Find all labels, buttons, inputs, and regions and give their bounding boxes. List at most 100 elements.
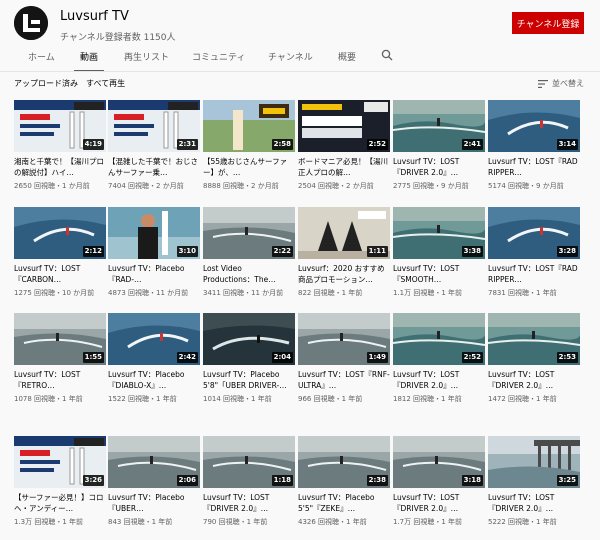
sort-button[interactable]: 並べ替え <box>538 78 584 89</box>
video-card[interactable]: 2:42 Luvsurf TV：Placebo『DIABLO-X』… 1522 回視… <box>108 313 200 407</box>
video-card[interactable]: 1:55 Luvsurf TV：LOST『RETRO… 1078 回視聴・1 年前 <box>14 313 106 407</box>
video-duration: 3:38 <box>461 246 483 257</box>
video-card[interactable]: 2:58 【55歳おじさんサーファー】が、… 8888 回視聴・2 か月前 <box>203 100 295 194</box>
video-card[interactable]: 2:52 ボードマニア必見！【湯川正人プロの解… 2504 回視聴・2 か月前 <box>298 100 390 194</box>
video-title[interactable]: Luvsurf TV：LOST『DRIVER 2.0』… <box>203 492 295 514</box>
video-thumbnail[interactable]: 1:18 <box>203 436 295 488</box>
video-card[interactable]: 2:31 【混雑した千葉で！おじさんサーファー乗… 7404 回視聴・2 か月前 <box>108 100 200 194</box>
video-title[interactable]: Luvsurf TV：LOST『RNF-ULTRA』… <box>298 369 390 391</box>
channel-avatar[interactable] <box>14 6 48 40</box>
video-meta: 4873 回視聴・11 か月前 <box>108 289 189 297</box>
video-card[interactable]: 2:04 Luvsurf TV：Placebo 5'8"「UBER DRIVER-… <box>203 313 295 407</box>
video-card[interactable]: 3:14 Luvsurf TV：LOST『RAD RIPPER… 5174 回視聴・… <box>488 100 580 194</box>
video-thumbnail[interactable]: 2:22 <box>203 207 295 259</box>
video-card[interactable]: 3:28 Luvsurf TV：LOST『RAD RIPPER… 7831 回視聴・… <box>488 207 580 311</box>
video-duration: 3:10 <box>176 246 198 257</box>
tab-playlists[interactable]: 再生リスト <box>124 44 169 72</box>
video-card[interactable]: 2:38 Luvsurf TV：Placebo 5'5"『ZEKE』… 4326 回… <box>298 436 390 530</box>
video-title[interactable]: Luvsurf TV：Placebo 5'8"「UBER DRIVER-… <box>203 369 295 391</box>
video-card[interactable]: 2:41 Luvsurf TV：LOST『DRIVER 2.0』… 2775 回視聴… <box>393 100 485 194</box>
video-title[interactable]: Luvsurf TV：Placebo 5'5"『ZEKE』… <box>298 492 390 514</box>
video-meta: 7404 回視聴・2 か月前 <box>108 182 184 190</box>
video-title[interactable]: Luvsurf：2020 おすすめ商品プロモーション… <box>298 263 390 285</box>
video-thumbnail[interactable]: 3:26 <box>14 436 106 488</box>
video-thumbnail[interactable]: 2:52 <box>298 100 390 152</box>
video-card[interactable]: 1:18 Luvsurf TV：LOST『DRIVER 2.0』… 790 回視聴・… <box>203 436 295 530</box>
video-meta: 5174 回視聴・9 か月前 <box>488 182 564 190</box>
tab-community[interactable]: コミュニティ <box>192 44 245 72</box>
video-card[interactable]: 3:26 【サーファー必見！】コロヘ・アンディー… 1.3万 回視聴・1 年前 <box>14 436 106 530</box>
uploads-filter[interactable]: アップロード済み <box>14 78 78 89</box>
video-title[interactable]: Luvsurf TV：LOST『DRIVER 2.0』… <box>393 156 485 178</box>
video-card[interactable]: 2:53 Luvsurf TV：LOST『DRIVER 2.0』… 1472 回視聴… <box>488 313 580 407</box>
tab-videos[interactable]: 動画 <box>73 44 105 72</box>
video-thumbnail[interactable]: 2:04 <box>203 313 295 365</box>
video-duration: 2:31 <box>176 139 198 150</box>
video-card[interactable]: 1:11 Luvsurf：2020 おすすめ商品プロモーション… 822 回視聴・1… <box>298 207 390 311</box>
video-thumbnail[interactable]: 2:53 <box>488 313 580 365</box>
video-card[interactable]: 2:52 Luvsurf TV：LOST『DRIVER 2.0』… 1812 回視聴… <box>393 313 485 407</box>
tab-about[interactable]: 概要 <box>338 44 356 72</box>
video-thumbnail[interactable]: 1:49 <box>298 313 390 365</box>
video-title[interactable]: 【混雑した千葉で！おじさんサーファー乗… <box>108 156 200 178</box>
video-card[interactable]: 2:06 Luvsurf TV：Placebo『UBER… 843 回視聴・1 年前 <box>108 436 200 530</box>
video-thumbnail[interactable]: 2:52 <box>393 313 485 365</box>
video-duration: 2:53 <box>556 352 578 363</box>
video-title[interactable]: 【55歳おじさんサーファー】が、… <box>203 156 295 178</box>
video-thumbnail[interactable]: 2:06 <box>108 436 200 488</box>
video-thumbnail[interactable]: 3:10 <box>108 207 200 259</box>
video-title[interactable]: Luvsurf TV：Placebo『UBER… <box>108 492 200 514</box>
video-thumbnail[interactable]: 3:25 <box>488 436 580 488</box>
video-title[interactable]: Luvsurf TV：LOST『RETRO… <box>14 369 106 391</box>
video-thumbnail[interactable]: 2:41 <box>393 100 485 152</box>
video-thumbnail[interactable]: 4:19 <box>14 100 106 152</box>
video-title[interactable]: Luvsurf TV：LOST『CARBON… <box>14 263 106 285</box>
video-duration: 1:11 <box>366 246 388 257</box>
video-thumbnail[interactable]: 1:11 <box>298 207 390 259</box>
tab-home[interactable]: ホーム <box>28 44 55 72</box>
video-meta: 1.7万 回視聴・1 年前 <box>393 518 463 526</box>
video-title[interactable]: Luvsurf TV：LOST『RAD RIPPER… <box>488 263 580 285</box>
video-meta: 1472 回視聴・1 年前 <box>488 395 557 403</box>
video-card[interactable]: 3:38 Luvsurf TV：LOST『SMOOTH… 1.1万 回視聴・1 年前 <box>393 207 485 311</box>
video-thumbnail[interactable]: 1:55 <box>14 313 106 365</box>
video-title[interactable]: Luvsurf TV：Placebo『DIABLO-X』… <box>108 369 200 391</box>
video-card[interactable]: 3:18 Luvsurf TV：LOST『DRIVER 2.0』… 1.7万 回視聴… <box>393 436 485 530</box>
video-title[interactable]: ボードマニア必見！【湯川正人プロの解… <box>298 156 390 178</box>
video-meta: 843 回視聴・1 年前 <box>108 518 173 526</box>
video-duration: 2:22 <box>271 246 293 257</box>
subscribe-button[interactable]: チャンネル登録 <box>512 12 584 34</box>
video-card[interactable]: 1:49 Luvsurf TV：LOST『RNF-ULTRA』… 966 回視聴・1… <box>298 313 390 407</box>
channel-name[interactable]: Luvsurf TV <box>60 9 129 24</box>
filter-bar: アップロード済み すべて再生 並べ替え <box>0 73 600 95</box>
video-card[interactable]: 4:19 湘南と千葉で！【湯川プロの解説付】ハイ… 2650 回視聴・1 か月前 <box>14 100 106 194</box>
tab-channels[interactable]: チャンネル <box>268 44 313 72</box>
video-thumbnail[interactable]: 2:58 <box>203 100 295 152</box>
video-title[interactable]: Luvsurf TV：LOST『SMOOTH… <box>393 263 485 285</box>
video-duration: 4:19 <box>82 139 104 150</box>
video-title[interactable]: Luvsurf TV：LOST『RAD RIPPER… <box>488 156 580 178</box>
video-title[interactable]: Luvsurf TV：LOST『DRIVER 2.0』… <box>488 369 580 391</box>
video-title[interactable]: 湘南と千葉で！【湯川プロの解説付】ハイ… <box>14 156 106 178</box>
video-thumbnail[interactable]: 3:14 <box>488 100 580 152</box>
video-title[interactable]: Luvsurf TV：LOST『DRIVER 2.0』… <box>393 492 485 514</box>
video-card[interactable]: 3:25 Luvsurf TV：LOST『DRIVER 2.0』… 5222 回視聴… <box>488 436 580 530</box>
video-title[interactable]: Luvsurf TV：LOST『DRIVER 2.0』… <box>488 492 580 514</box>
video-thumbnail[interactable]: 2:38 <box>298 436 390 488</box>
video-title[interactable]: 【サーファー必見！】コロヘ・アンディー… <box>14 492 106 514</box>
video-thumbnail[interactable]: 2:42 <box>108 313 200 365</box>
video-title[interactable]: Luvsurf TV：Placebo『RAD-… <box>108 263 200 285</box>
video-thumbnail[interactable]: 2:31 <box>108 100 200 152</box>
video-thumbnail[interactable]: 3:18 <box>393 436 485 488</box>
video-thumbnail[interactable]: 3:28 <box>488 207 580 259</box>
video-title[interactable]: Lost Video Productions：The… <box>203 263 295 285</box>
search-icon[interactable] <box>380 48 394 62</box>
video-thumbnail[interactable]: 3:38 <box>393 207 485 259</box>
video-card[interactable]: 3:10 Luvsurf TV：Placebo『RAD-… 4873 回視聴・11 … <box>108 207 200 311</box>
play-all-link[interactable]: すべて再生 <box>86 78 125 89</box>
video-card[interactable]: 2:12 Luvsurf TV：LOST『CARBON… 1275 回視聴・10 か… <box>14 207 106 311</box>
video-thumbnail[interactable]: 2:12 <box>14 207 106 259</box>
video-title[interactable]: Luvsurf TV：LOST『DRIVER 2.0』… <box>393 369 485 391</box>
video-card[interactable]: 2:22 Lost Video Productions：The… 3411 回視聴・… <box>203 207 295 311</box>
video-duration: 1:49 <box>366 352 388 363</box>
